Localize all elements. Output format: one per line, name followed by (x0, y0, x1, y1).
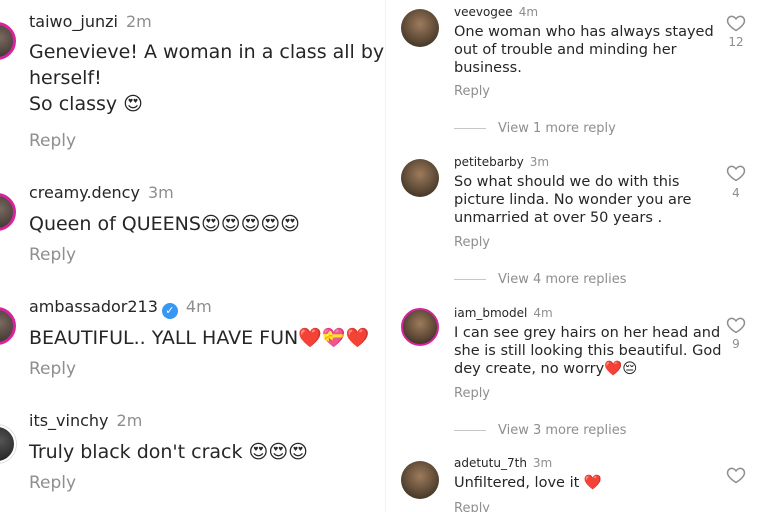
view-more-replies[interactable]: View 1 more reply (454, 121, 616, 136)
comment-line: herself! (29, 67, 102, 89)
comment-text: So what should we do with this picture l… (454, 174, 692, 226)
view-more-label: View 1 more reply (498, 121, 616, 136)
reply-link[interactable]: Reply (454, 386, 490, 401)
comment-time: 4m (185, 297, 212, 316)
avatar[interactable] (401, 461, 439, 499)
comment-line: Queen of QUEENS😍😍😍😍😍 (29, 213, 300, 235)
like-count: 12 (728, 35, 744, 49)
heart-outline-icon[interactable] (726, 315, 746, 335)
comment-time: 3m (532, 456, 553, 470)
right-comments-panel: veevogee 4m One woman who has always stay… (386, 0, 768, 512)
comment-time: 2m (125, 12, 152, 31)
comment-text: BEAUTIFUL.. YALL HAVE FUN❤️💝❤️ (29, 325, 369, 351)
reply-link[interactable]: Reply (29, 359, 76, 379)
comment-username[interactable]: petitebarby (454, 155, 524, 169)
avatar[interactable] (0, 22, 16, 60)
heart-outline-icon[interactable] (726, 13, 746, 33)
comment-time: 3m (529, 155, 550, 169)
comment-text: One woman who has always stayed out of t… (454, 24, 714, 76)
avatar[interactable] (401, 159, 439, 197)
verified-badge-icon: ✓ (161, 303, 178, 319)
like-count: 4 (732, 186, 740, 200)
divider-line (454, 128, 486, 129)
heart-outline-icon[interactable] (726, 163, 746, 183)
avatar[interactable] (401, 308, 439, 346)
heart-outline-icon[interactable] (726, 465, 746, 485)
reply-link[interactable]: Reply (454, 501, 490, 512)
reply-link[interactable]: Reply (29, 245, 76, 265)
comment-text: Queen of QUEENS😍😍😍😍😍 (29, 211, 300, 237)
avatar[interactable] (0, 307, 16, 345)
reply-link[interactable]: Reply (454, 84, 490, 99)
left-comments-panel: taiwo_junzi 2m Genevieve! A woman in a cl… (0, 0, 385, 512)
comment-username[interactable]: taiwo_junzi (29, 12, 118, 31)
comment-line: Genevieve! A woman in a class all by (29, 41, 385, 63)
comment-username[interactable]: veevogee (454, 5, 513, 19)
reply-link[interactable]: Reply (29, 131, 76, 151)
comment-text: Unfiltered, love it ❤️ (454, 475, 602, 491)
comment-username[interactable]: its_vinchy (29, 411, 109, 430)
comment-line: Truly black don't crack 😍😍😍 (29, 441, 308, 463)
avatar[interactable] (0, 425, 16, 463)
comment-time: 4m (533, 306, 553, 320)
view-more-replies[interactable]: View 4 more replies (454, 272, 627, 287)
comment-username[interactable]: adetutu_7th (454, 456, 527, 470)
comment-username[interactable]: iam_bmodel (454, 306, 527, 320)
divider-line (454, 279, 486, 280)
comment-time: 4m (518, 5, 539, 19)
divider-line (454, 430, 486, 431)
view-more-label: View 4 more replies (498, 272, 627, 287)
view-more-label: View 3 more replies (498, 423, 627, 438)
comment-text: I can see grey hairs on her head and she… (454, 325, 722, 377)
comment-username[interactable]: ambassador213 (29, 297, 158, 316)
reply-link[interactable]: Reply (29, 473, 76, 493)
comment-time: 3m (147, 183, 174, 202)
avatar[interactable] (0, 193, 16, 231)
view-more-replies[interactable]: View 3 more replies (454, 423, 627, 438)
comment-text: Truly black don't crack 😍😍😍 (29, 439, 308, 465)
comment-line: So classy 😍 (29, 93, 143, 115)
avatar[interactable] (401, 9, 439, 47)
comment-text: Genevieve! A woman in a class all by her… (29, 39, 384, 117)
like-count: 9 (732, 337, 740, 351)
reply-link[interactable]: Reply (454, 235, 490, 250)
comment-time: 2m (116, 411, 143, 430)
comment-username[interactable]: creamy.dency (29, 183, 140, 202)
comment-line: BEAUTIFUL.. YALL HAVE FUN❤️💝❤️ (29, 327, 370, 349)
